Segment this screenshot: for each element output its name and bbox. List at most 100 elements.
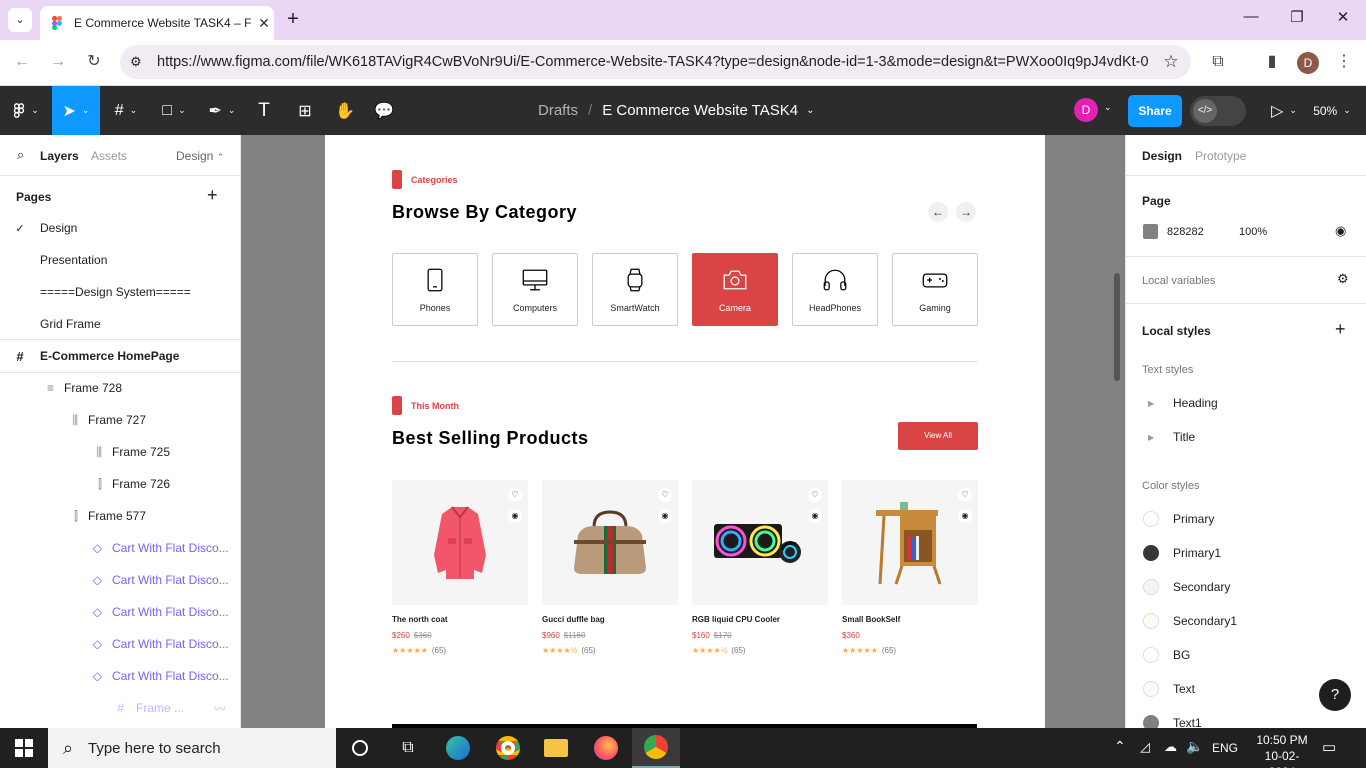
edge-icon[interactable] <box>434 728 482 768</box>
page-item-presentation[interactable]: Presentation <box>0 244 240 276</box>
homepage-frame[interactable]: Categories Browse By Category ← → Phones… <box>325 135 1045 728</box>
heart-icon[interactable]: ♡ <box>658 488 672 502</box>
page-item-design-system[interactable]: =====Design System===== <box>0 276 240 308</box>
notifications-icon[interactable]: ▭ <box>1322 738 1336 756</box>
search-layers-icon[interactable]: ⌕ <box>17 147 24 163</box>
variables-settings-icon[interactable]: ⚙ <box>1337 271 1349 287</box>
hand-tool-icon[interactable]: ✋ <box>330 86 360 135</box>
tab-search-button[interactable]: ⌄ <box>8 8 32 32</box>
firefox-icon[interactable] <box>582 728 630 768</box>
category-smartwatch[interactable]: SmartWatch <box>592 253 678 326</box>
eye-icon[interactable]: ◉ <box>958 509 972 523</box>
layer-item[interactable]: ⫼ Frame 725 <box>0 436 240 468</box>
multiplayer-chevron-icon[interactable]: ⌄ <box>1104 102 1112 113</box>
share-button[interactable]: Share <box>1128 95 1182 127</box>
color-style-primary1[interactable]: Primary1 <box>1143 545 1221 561</box>
present-play-icon[interactable]: ▷ ⌄ <box>1264 86 1304 135</box>
resources-tool-icon[interactable]: ⊞ <box>290 86 320 135</box>
close-window-button[interactable]: ✕ <box>1328 8 1358 32</box>
tab-design[interactable]: Design <box>1142 149 1182 163</box>
bookmark-star-icon[interactable]: ☆ <box>1151 52 1191 72</box>
volume-icon[interactable]: 🔈 <box>1186 738 1203 755</box>
page-item-design[interactable]: ✓ Design <box>0 212 240 244</box>
tab-prototype[interactable]: Prototype <box>1195 149 1246 163</box>
color-style-secondary[interactable]: Secondary <box>1143 579 1230 595</box>
category-phones[interactable]: Phones <box>392 253 478 326</box>
mode-dropdown[interactable]: Design ⌃ <box>176 149 224 163</box>
layer-item[interactable]: ⫿ Frame 726 <box>0 468 240 500</box>
chevron-down-icon[interactable]: ⌄ <box>806 105 814 116</box>
tab-assets[interactable]: Assets <box>91 149 127 163</box>
page-opacity-value[interactable]: 100% <box>1239 226 1267 238</box>
language-indicator[interactable]: ENG <box>1212 741 1238 755</box>
hidden-eye-icon[interactable]: 〰 <box>214 700 226 717</box>
text-style-title[interactable]: ▶ Title <box>1143 430 1195 444</box>
reload-icon[interactable]: ↻ <box>82 50 106 74</box>
shape-tool-button[interactable]: □ ⌄ <box>154 86 194 135</box>
breadcrumb-drafts[interactable]: Drafts <box>538 102 578 119</box>
category-headphones[interactable]: HeadPhones <box>792 253 878 326</box>
layer-item[interactable]: # Frame ... 〰 <box>0 692 240 724</box>
design-canvas[interactable]: Categories Browse By Category ← → Phones… <box>241 135 1125 728</box>
vertical-scrollbar[interactable] <box>1114 273 1120 381</box>
file-name[interactable]: E Commerce Website TASK4 <box>602 102 798 119</box>
minimize-button[interactable]: — <box>1236 8 1266 32</box>
restore-button[interactable]: ❐ <box>1282 8 1312 32</box>
help-button[interactable]: ? <box>1319 679 1351 711</box>
layer-item[interactable]: ◇ Cart With Flat Disco... <box>0 628 240 660</box>
task-view-icon[interactable]: ⧉ <box>384 728 432 768</box>
color-style-bg[interactable]: BG <box>1143 647 1190 663</box>
user-avatar[interactable]: D <box>1074 98 1098 122</box>
file-explorer-icon[interactable] <box>532 728 580 768</box>
layer-item[interactable]: ◇ Cart With Flat Disco... <box>0 596 240 628</box>
add-style-icon[interactable]: + <box>1335 320 1346 338</box>
dev-mode-toggle[interactable]: </> <box>1190 96 1246 126</box>
category-computers[interactable]: Computers <box>492 253 578 326</box>
new-tab-button[interactable]: + <box>282 8 304 30</box>
category-gaming[interactable]: Gaming <box>892 253 978 326</box>
extensions-icon[interactable]: ⧉ <box>1206 50 1230 74</box>
layer-item[interactable]: ≡ Frame 728 <box>0 372 240 404</box>
layer-item[interactable]: ⫼ Frame 727 <box>0 404 240 436</box>
address-bar[interactable]: ⚙ https://www.figma.com/file/WK618TAVigR… <box>120 45 1191 79</box>
browser-tab[interactable]: E Commerce Website TASK4 – F ✕ <box>40 6 274 40</box>
layer-item[interactable]: ⫿ Frame 577 <box>0 500 240 532</box>
local-variables-label[interactable]: Local variables <box>1142 275 1215 287</box>
main-menu-button[interactable]: ⌄ <box>0 86 52 135</box>
visibility-eye-icon[interactable]: ◉ <box>1335 223 1346 239</box>
start-windows-icon[interactable] <box>0 728 48 768</box>
view-all-button[interactable]: View All <box>898 422 978 450</box>
move-tool-button[interactable]: ➤ ⌄ <box>52 86 100 135</box>
chrome-profile-icon[interactable] <box>632 728 680 768</box>
back-icon[interactable]: ← <box>10 50 34 74</box>
color-style-text[interactable]: Text <box>1143 681 1195 697</box>
text-style-heading[interactable]: ▶ Heading <box>1143 396 1218 410</box>
layer-item[interactable]: # E-Commerce HomePage <box>0 340 240 372</box>
chrome-menu-icon[interactable]: ⋮ <box>1332 50 1356 74</box>
profile-avatar[interactable]: D <box>1297 52 1319 74</box>
arrow-right-icon[interactable]: → <box>956 202 976 222</box>
show-hidden-icons-chevron-icon[interactable]: ⌃ <box>1114 738 1126 755</box>
page-color-value[interactable]: 828282 <box>1167 226 1204 238</box>
tab-layers[interactable]: Layers <box>40 149 79 163</box>
heart-icon[interactable]: ♡ <box>958 488 972 502</box>
zoom-dropdown[interactable]: 50% ⌄ <box>1308 86 1356 135</box>
chrome-icon[interactable] <box>484 728 532 768</box>
taskbar-search[interactable]: ⌕ Type here to search <box>48 728 336 768</box>
layer-item[interactable]: ◇ Cart With Flat Disco... <box>0 532 240 564</box>
arrow-left-icon[interactable]: ← <box>928 202 948 222</box>
heart-icon[interactable]: ♡ <box>508 488 522 502</box>
text-tool-icon[interactable]: T <box>250 86 278 135</box>
page-color-swatch[interactable] <box>1143 224 1158 239</box>
frame-tool-button[interactable]: # ⌄ <box>106 86 146 135</box>
comment-tool-icon[interactable]: 💬 <box>370 86 398 135</box>
color-style-secondary1[interactable]: Secondary1 <box>1143 613 1237 629</box>
cortana-icon[interactable] <box>336 728 384 768</box>
color-style-primary[interactable]: Primary <box>1143 511 1214 527</box>
site-info-icon[interactable]: ⚙ <box>130 54 142 70</box>
color-style-text1[interactable]: Text1 <box>1143 715 1202 728</box>
add-page-icon[interactable]: + <box>207 186 218 204</box>
eye-icon[interactable]: ◉ <box>808 509 822 523</box>
eye-icon[interactable]: ◉ <box>508 509 522 523</box>
heart-icon[interactable]: ♡ <box>808 488 822 502</box>
